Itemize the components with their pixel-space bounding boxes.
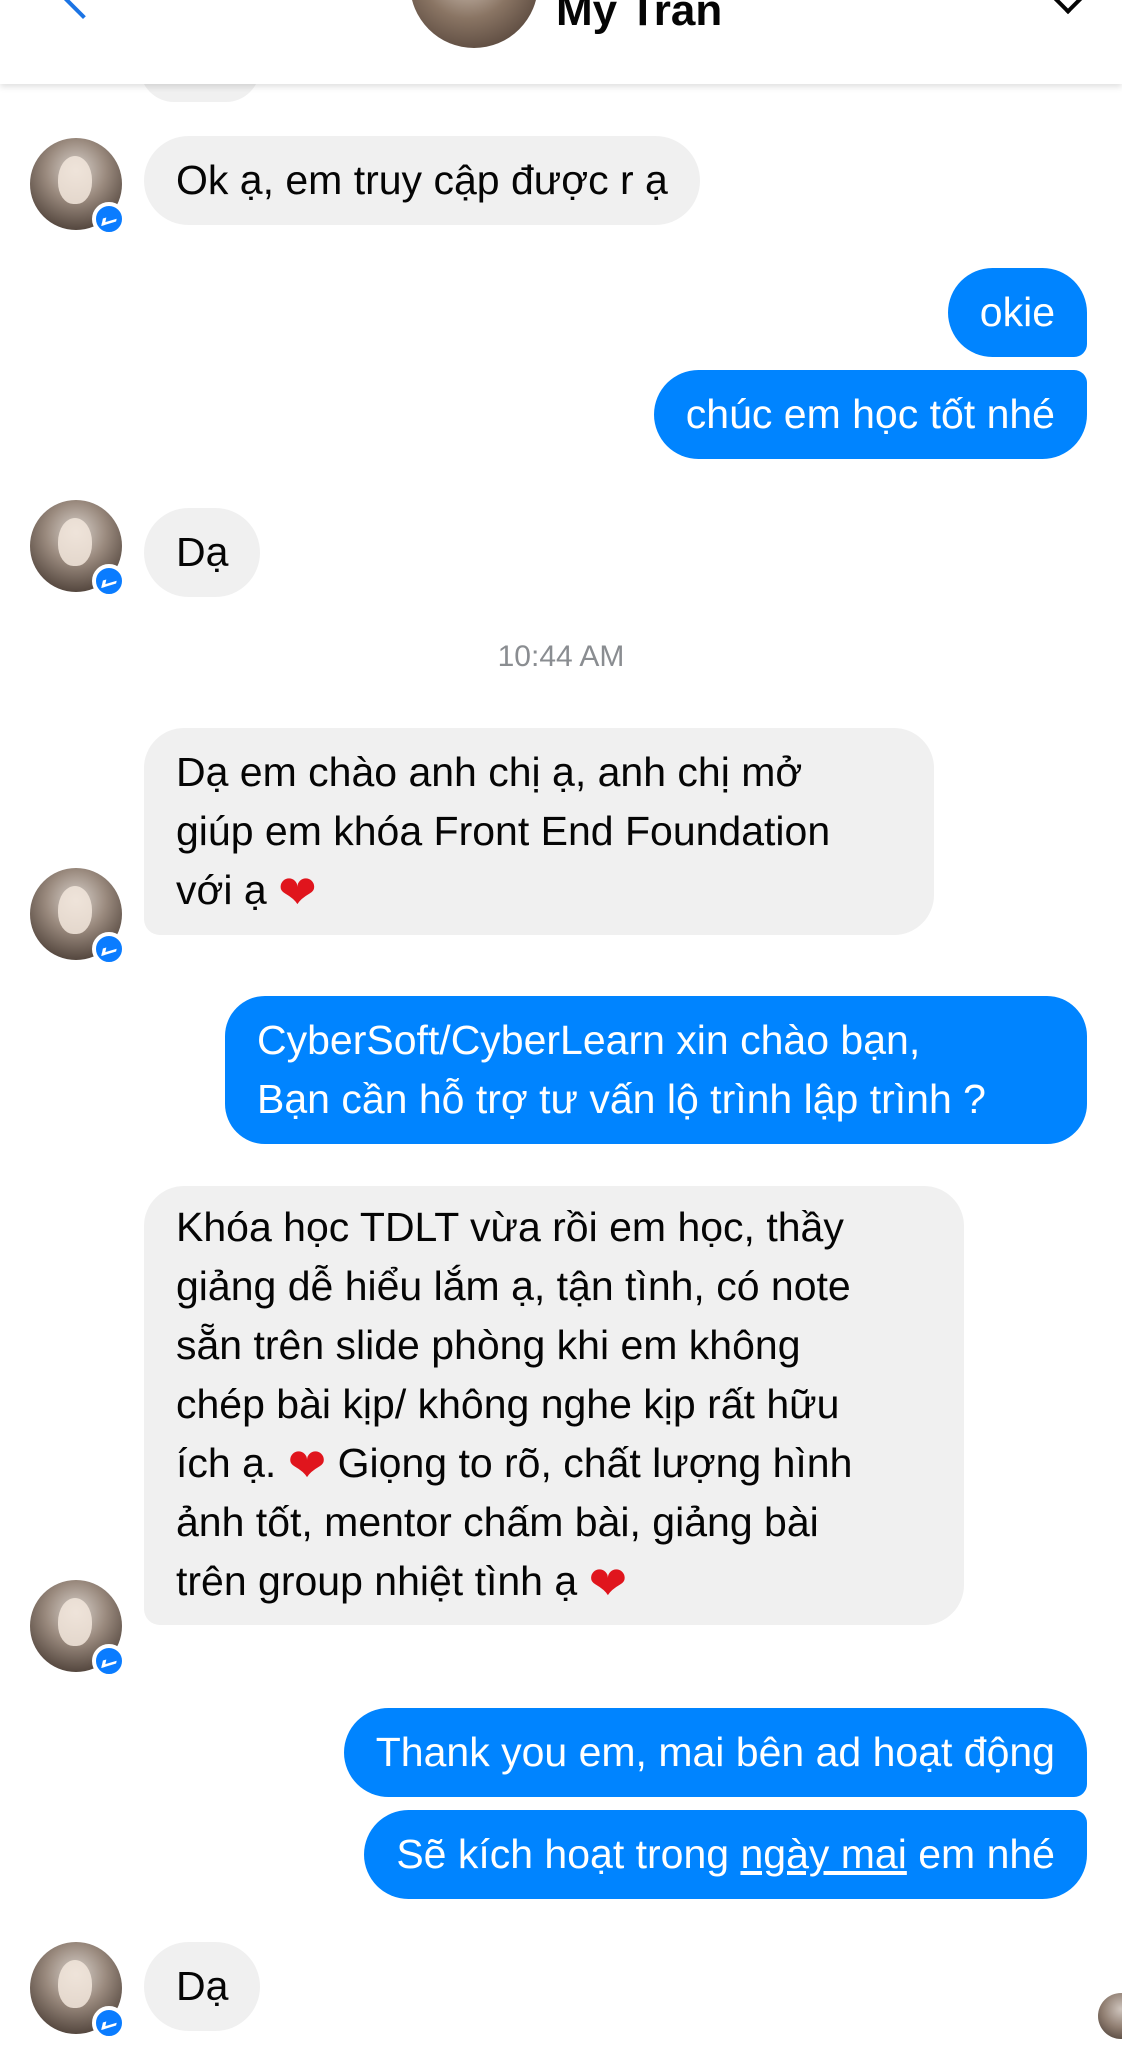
message-text: okie bbox=[979, 289, 1055, 335]
contact-avatar[interactable] bbox=[410, 0, 538, 48]
contact-avatar-small[interactable] bbox=[30, 1580, 126, 1678]
contact-avatar-small[interactable] bbox=[30, 138, 126, 236]
message-line: CyberSoft/CyberLearn xin chào bạn, bbox=[257, 1017, 921, 1063]
avatar-face bbox=[58, 886, 92, 934]
avatar-face bbox=[58, 1598, 92, 1646]
chevron-down-icon[interactable] bbox=[1053, 0, 1083, 15]
message-text: Ok ạ, em truy cập được r ạ bbox=[176, 157, 668, 203]
outgoing-message[interactable]: CyberSoft/CyberLearn xin chào bạn, Bạn c… bbox=[225, 996, 1087, 1144]
incoming-message[interactable]: Dạ bbox=[144, 508, 261, 597]
message-line: trên group nhiệt tình ạ ❤ bbox=[176, 1552, 932, 1611]
message-line: ảnh tốt, mentor chấm bài, giảng bài bbox=[176, 1499, 819, 1545]
message-text: em nhé bbox=[906, 1831, 1055, 1877]
message-text: Dạ bbox=[176, 529, 229, 575]
message-line: giảng dễ hiểu lắm ạ, tận tình, có note bbox=[176, 1263, 851, 1309]
message-text: với ạ bbox=[176, 867, 267, 913]
message-line: ích ạ. ❤ Giọng to rõ, chất lượng hình bbox=[176, 1434, 932, 1493]
incoming-message[interactable]: Dạ bbox=[144, 1942, 261, 2031]
date-link[interactable]: ngày mai bbox=[740, 1831, 906, 1877]
message-text: Thank you em, mai bên ad hoạt động bbox=[375, 1729, 1055, 1775]
heart-emoji: ❤ bbox=[287, 1439, 327, 1491]
chat-header: My Trần bbox=[0, 0, 1122, 84]
message-line: với ạ ❤ bbox=[176, 861, 902, 920]
back-chevron-icon[interactable] bbox=[58, 0, 108, 20]
contact-name[interactable]: My Trần bbox=[556, 0, 722, 36]
contact-avatar-small[interactable] bbox=[30, 500, 126, 598]
incoming-message[interactable]: Dạ em chào anh chị ạ, anh chị mở giúp em… bbox=[144, 728, 934, 935]
outgoing-message[interactable]: okie bbox=[947, 268, 1087, 357]
outgoing-message[interactable]: Thank you em, mai bên ad hoạt động bbox=[343, 1708, 1087, 1797]
message-text: Sẽ kích hoạt trong bbox=[396, 1831, 741, 1877]
avatar-face bbox=[58, 518, 92, 566]
message-line: sẵn trên slide phòng khi em không bbox=[176, 1322, 801, 1368]
message-text: chúc em học tốt nhé bbox=[685, 391, 1055, 437]
heart-emoji: ❤ bbox=[278, 866, 317, 918]
messenger-icon bbox=[92, 932, 126, 966]
message-list: Ok ạ, em truy cập được r ạ okie chúc em … bbox=[0, 0, 1122, 2048]
message-line: giúp em khóa Front End Foundation bbox=[176, 808, 831, 854]
avatar-face bbox=[58, 1960, 92, 2008]
message-text: trên group nhiệt tình ạ bbox=[176, 1558, 578, 1604]
messenger-icon bbox=[92, 564, 126, 598]
message-line: chép bài kịp/ không nghe kịp rất hữu bbox=[176, 1381, 840, 1427]
incoming-message[interactable]: Khóa học TDLT vừa rồi em học, thầy giảng… bbox=[144, 1186, 964, 1625]
contact-avatar-small[interactable] bbox=[30, 1942, 126, 2040]
messenger-icon bbox=[92, 1644, 126, 1678]
message-timestamp: 10:44 AM bbox=[497, 640, 625, 673]
avatar-face bbox=[58, 156, 92, 204]
heart-emoji: ❤ bbox=[588, 1557, 628, 1609]
outgoing-message[interactable]: Sẽ kích hoạt trong ngày mai em nhé bbox=[364, 1810, 1087, 1899]
message-line: Bạn cần hỗ trợ tư vấn lộ trình lập trình… bbox=[257, 1076, 986, 1122]
message-text: Dạ bbox=[176, 1963, 229, 2009]
incoming-message[interactable]: Ok ạ, em truy cập được r ạ bbox=[144, 136, 700, 225]
outgoing-message[interactable]: chúc em học tốt nhé bbox=[653, 370, 1087, 459]
seen-receipt-avatar bbox=[1098, 1993, 1122, 2039]
message-text: ích ạ. bbox=[176, 1440, 277, 1486]
messenger-icon bbox=[92, 2006, 126, 2040]
message-line: Khóa học TDLT vừa rồi em học, thầy bbox=[176, 1204, 844, 1250]
message-text: Giọng to rõ, chất lượng hình bbox=[337, 1440, 853, 1486]
contact-avatar-small[interactable] bbox=[30, 868, 126, 966]
message-line: Dạ em chào anh chị ạ, anh chị mở bbox=[176, 749, 803, 795]
messenger-icon bbox=[92, 202, 126, 236]
